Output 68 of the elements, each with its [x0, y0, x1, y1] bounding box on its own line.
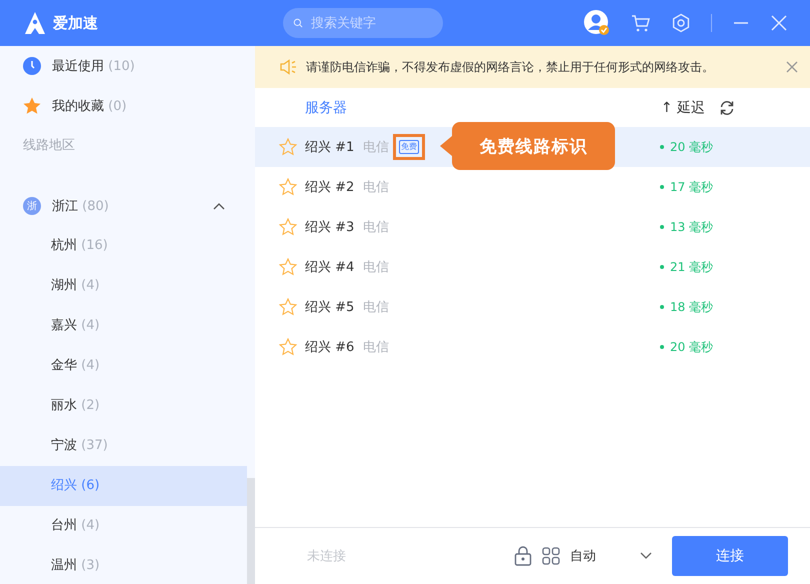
city-item[interactable]: 湖州 (4)	[0, 266, 247, 306]
city-item[interactable]: 温州 (3)	[0, 546, 247, 584]
rocket-logo-icon	[23, 11, 47, 35]
connect-button[interactable]: 连接	[672, 536, 788, 576]
star-icon[interactable]	[279, 218, 297, 236]
server-row[interactable]: 绍兴 #5 电信 18 毫秒	[255, 287, 810, 327]
isp-label: 电信	[363, 179, 389, 196]
isp-label: 电信	[363, 139, 389, 156]
server-name: 绍兴 #1	[305, 139, 356, 156]
chevron-down-icon[interactable]	[640, 552, 652, 560]
latency: 21 毫秒	[660, 258, 714, 276]
grid-icon[interactable]	[542, 547, 560, 565]
region-label[interactable]: 浙江 (80)	[52, 197, 109, 215]
clock-icon	[23, 57, 41, 75]
mode-selector[interactable]: 自动	[570, 547, 596, 565]
server-row[interactable]: 绍兴 #3 电信 13 毫秒	[255, 207, 810, 247]
close-icon[interactable]	[786, 61, 798, 73]
latency: 17 毫秒	[660, 178, 714, 196]
server-row[interactable]: 绍兴 #4 电信 21 毫秒	[255, 247, 810, 287]
free-badge: 免费	[399, 140, 419, 154]
city-item[interactable]: 金华 (4)	[0, 346, 247, 386]
latency: 13 毫秒	[660, 218, 714, 236]
latency: 20 毫秒	[660, 338, 714, 356]
notice-text: 请谨防电信诈骗，不得发布虚假的网络言论，禁止用于任何形式的网络攻击。	[306, 58, 714, 76]
sidebar-item[interactable]: 我的收藏 (0)	[0, 86, 247, 126]
item-label: 最近使用 (10)	[52, 58, 135, 75]
server-name: 绍兴 #4	[305, 259, 356, 276]
app-name: 爱加速	[53, 14, 98, 32]
cart-icon[interactable]	[631, 13, 651, 33]
star-icon	[23, 97, 41, 115]
city-item[interactable]: 台州 (4)	[0, 506, 247, 546]
chevron-icon[interactable]	[213, 202, 225, 210]
star-icon[interactable]	[279, 298, 297, 316]
star-icon[interactable]	[279, 338, 297, 356]
city-item[interactable]: 杭州 (16)	[0, 226, 247, 266]
star-icon[interactable]	[279, 258, 297, 276]
isp-label: 电信	[363, 299, 389, 316]
server-name: 绍兴 #3	[305, 219, 356, 236]
column-header[interactable]: ↑ 延迟	[660, 98, 705, 116]
city-item[interactable]: 丽水 (2)	[0, 386, 247, 426]
lock-icon[interactable]	[514, 546, 532, 566]
item-label: 我的收藏 (0)	[52, 98, 127, 115]
star-icon[interactable]	[279, 138, 297, 156]
server-row[interactable]: 绍兴 #6 电信 20 毫秒	[255, 327, 810, 367]
star-icon[interactable]	[279, 178, 297, 196]
settings-icon[interactable]	[671, 13, 691, 33]
search-input[interactable]: 搜索关键字	[309, 14, 433, 32]
column-header[interactable]: 服务器	[305, 98, 347, 116]
connection-status: 未连接	[307, 548, 346, 565]
section-title: 线路地区	[22, 137, 76, 155]
latency: 18 毫秒	[660, 298, 714, 316]
scrollbar[interactable]	[247, 478, 255, 584]
server-name: 绍兴 #6	[305, 339, 356, 356]
search-field[interactable]: 搜索关键字	[283, 8, 443, 38]
isp-label: 电信	[363, 339, 389, 356]
speaker-icon	[279, 59, 297, 75]
city-item[interactable]: 嘉兴 (4)	[0, 306, 247, 346]
region-badge: 浙	[23, 197, 41, 215]
refresh-icon[interactable]	[719, 100, 735, 116]
server-name: 绍兴 #5	[305, 299, 356, 316]
server-row[interactable]: 绍兴 #2 电信 17 毫秒	[255, 167, 810, 207]
sidebar-item[interactable]: 最近使用 (10)	[0, 46, 247, 86]
city-item[interactable]: 宁波 (37)	[0, 426, 247, 466]
avatar-icon[interactable]	[583, 9, 611, 37]
isp-label: 电信	[363, 259, 389, 276]
server-name: 绍兴 #2	[305, 179, 356, 196]
latency: 20 毫秒	[660, 138, 714, 156]
isp-label: 电信	[363, 219, 389, 236]
